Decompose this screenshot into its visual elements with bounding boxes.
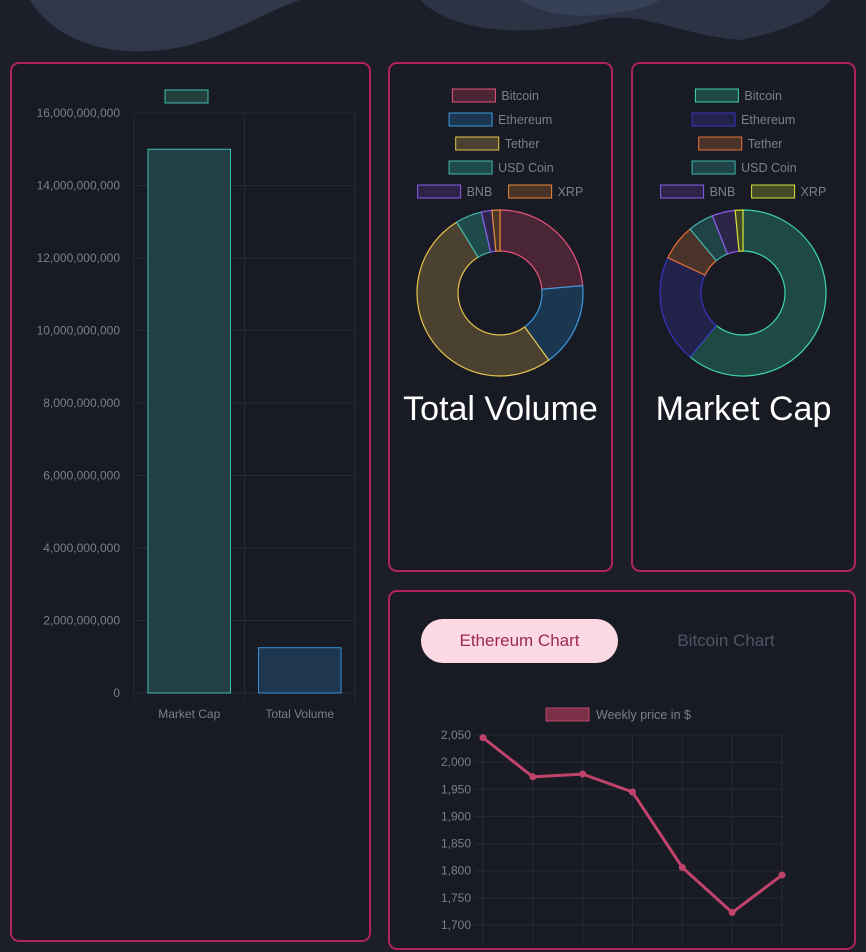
background-waves [0, 0, 866, 60]
data-point [529, 773, 537, 781]
legend-swatch-usd-coin [691, 160, 736, 175]
legend-swatch [164, 89, 209, 104]
legend-label-bnb: BNB [710, 185, 736, 199]
y-tick-label: 1,750 [441, 891, 471, 905]
legend-swatch-bnb [417, 184, 462, 199]
y-tick-label: 2,000,000,000 [43, 614, 120, 628]
bar-chart: 0 2,000,000,000 4,000,000,000 6,000,000,000… [37, 89, 356, 721]
total-volume-card: Bitcoin Ethereum Tether USD Coin BNB XRP Tota… [388, 62, 613, 572]
legend-label-usd-coin: USD Coin [741, 161, 797, 175]
y-tick-label: 1,700 [441, 918, 471, 932]
legend-label-weekly-price: Weekly price in $ [596, 708, 691, 722]
data-point [479, 734, 487, 742]
y-tick-label: 1,900 [441, 809, 471, 823]
bar-chart-card: 0 2,000,000,000 4,000,000,000 6,000,000,000… [10, 62, 371, 942]
legend-swatch-ethereum [691, 112, 736, 127]
bar-market-cap [147, 148, 231, 694]
data-point [579, 770, 587, 778]
y-tick-label: 1,800 [441, 864, 471, 878]
legend-label-xrp: XRP [801, 185, 827, 199]
legend-label-ethereum: Ethereum [741, 113, 795, 127]
y-tick-label: 4,000,000,000 [43, 541, 120, 555]
y-tick-label: 1,950 [441, 782, 471, 796]
y-tick-label: 12,000,000,000 [37, 251, 121, 265]
legend-label-bitcoin: Bitcoin [501, 89, 539, 103]
legend-label-usd-coin: USD Coin [498, 161, 554, 175]
price-chart-card: Ethereum Chart Bitcoin Chart Weekly pric… [388, 590, 856, 950]
data-point [678, 863, 686, 871]
x-tick-label: Market Cap [158, 707, 220, 721]
legend-label-tether: Tether [505, 137, 540, 151]
market-cap-donut-chart: Bitcoin Ethereum Tether USD Coin BNB XRP [659, 88, 827, 377]
legend-swatch-tether [698, 136, 743, 151]
legend-swatch-weekly-price [545, 707, 590, 722]
x-tick-label: Total Volume [265, 707, 334, 721]
legend-swatch-xrp [751, 184, 796, 199]
total-volume-title: Total Volume [403, 390, 598, 428]
y-tick-label: 2,000 [441, 755, 471, 769]
legend-label-bitcoin: Bitcoin [744, 89, 782, 103]
legend-swatch-bnb [660, 184, 705, 199]
y-tick-label: 10,000,000,000 [37, 324, 121, 338]
legend-swatch-bitcoin [451, 88, 496, 103]
bar-total-volume [258, 647, 342, 694]
legend-label-ethereum: Ethereum [498, 113, 552, 127]
legend-swatch-xrp [508, 184, 553, 199]
legend-label-xrp: XRP [558, 185, 584, 199]
y-tick-label: 1,850 [441, 837, 471, 851]
market-cap-card: Bitcoin Ethereum Tether USD Coin BNB XRP Mark… [631, 62, 856, 572]
weekly-price-line-chart: Weekly price in $ 2,050 2,000 1,950 1,900 1,8… [441, 707, 786, 945]
legend-swatch-ethereum [448, 112, 493, 127]
legend-label-bnb: BNB [467, 185, 493, 199]
slice-bitcoin [499, 209, 584, 290]
data-point [629, 788, 636, 796]
y-tick-label: 0 [113, 686, 120, 700]
legend-swatch-bitcoin [694, 88, 739, 103]
y-tick-label: 6,000,000,000 [43, 469, 120, 483]
legend-label-tether: Tether [748, 137, 783, 151]
y-tick-label: 16,000,000,000 [37, 106, 121, 120]
data-point [778, 871, 786, 879]
legend-swatch-usd-coin [448, 160, 493, 175]
y-tick-label: 14,000,000,000 [37, 179, 121, 193]
data-point [728, 909, 736, 917]
market-cap-title: Market Cap [655, 390, 832, 428]
legend-swatch-tether [455, 136, 500, 151]
y-tick-label: 2,050 [441, 728, 471, 742]
y-tick-label: 8,000,000,000 [43, 396, 120, 410]
total-volume-donut-chart: Bitcoin Ethereum Tether USD Coin BNB XRP [416, 88, 584, 377]
